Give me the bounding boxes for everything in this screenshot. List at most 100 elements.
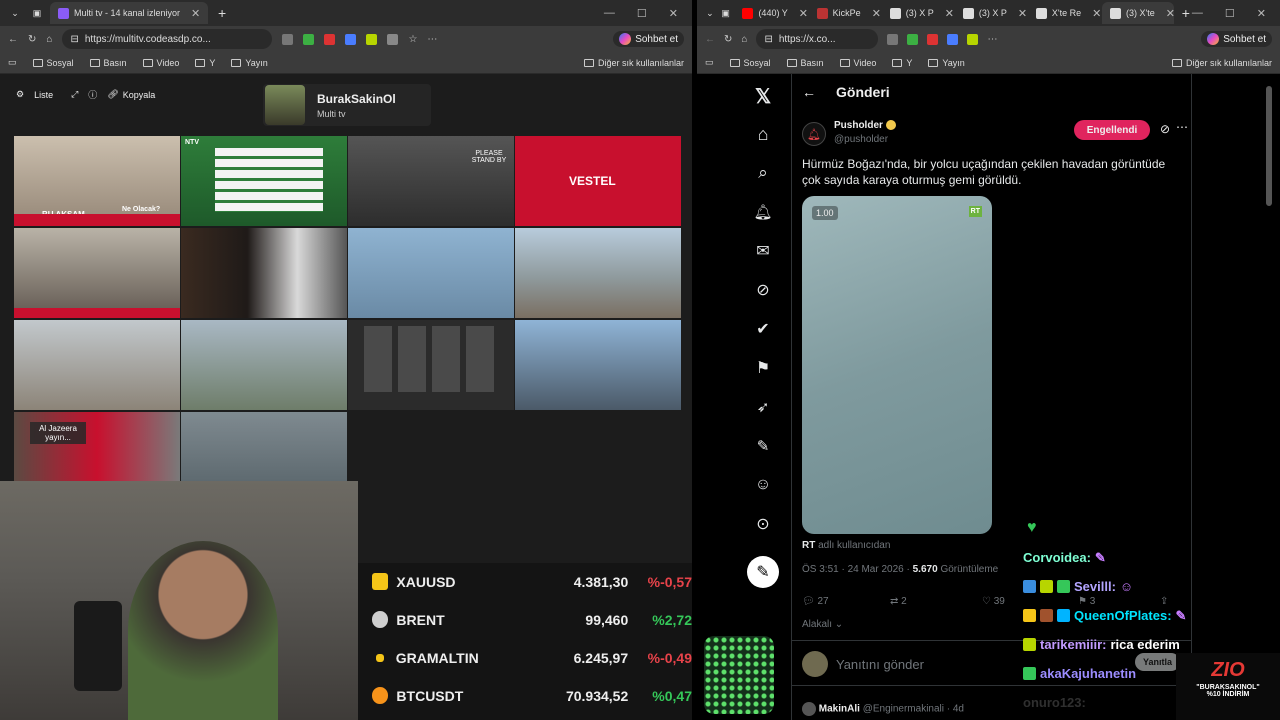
source-user[interactable]: RT bbox=[802, 540, 815, 551]
close-tab-icon[interactable]: ✕ bbox=[1166, 7, 1174, 20]
bookmarks-menu-icon[interactable]: ▭ bbox=[705, 57, 714, 68]
close-tab-icon[interactable]: ✕ bbox=[799, 7, 807, 20]
refresh-icon[interactable]: ↻ bbox=[28, 34, 36, 45]
tab-actions-icon[interactable]: ⌄ bbox=[6, 8, 24, 19]
reply-action[interactable]: 💬︎ 27 bbox=[802, 596, 829, 607]
copilot-button[interactable]: Sohbet et bbox=[613, 31, 684, 47]
reply-avatar[interactable] bbox=[802, 702, 816, 716]
sort-dropdown[interactable]: Alakalı ⌄ bbox=[802, 619, 843, 630]
tab-multitv[interactable]: Multi tv - 14 kanal izleniyor ✕ bbox=[50, 2, 208, 24]
close-tab-icon[interactable]: ✕ bbox=[1018, 7, 1026, 20]
video-tile[interactable]: PLEASE STAND BY bbox=[348, 136, 514, 226]
messages-icon[interactable]: ✉ bbox=[747, 235, 779, 267]
compose-post-button[interactable]: ✎ bbox=[747, 556, 779, 588]
close-tab-icon[interactable]: ✕ bbox=[945, 7, 953, 20]
bookmark-folder[interactable]: Basın bbox=[786, 58, 824, 68]
video-tile[interactable]: Al Jazeera yayın... bbox=[14, 412, 180, 482]
video-tile[interactable]: TRAFİKTE CEZA SİSTEMİ ACİL Mİ? bbox=[14, 228, 180, 318]
back-arrow-icon[interactable]: ← bbox=[802, 84, 816, 100]
bookmark-folder[interactable]: Basın bbox=[89, 58, 127, 68]
bookmark-folder[interactable]: Yayın bbox=[231, 58, 268, 68]
back-icon[interactable]: ← bbox=[8, 34, 18, 45]
close-tab-icon[interactable]: ✕ bbox=[872, 7, 880, 20]
like-action[interactable]: ♡ 39 bbox=[982, 596, 1005, 607]
video-tile[interactable]: NTV bbox=[181, 136, 347, 226]
back-icon[interactable]: ← bbox=[705, 34, 715, 45]
reply-input[interactable]: Yanıtını gönder bbox=[836, 657, 924, 672]
bookmark-folder[interactable]: Y bbox=[892, 58, 912, 68]
extension-icon[interactable] bbox=[345, 33, 357, 45]
repost-action[interactable]: ⇄ 2 bbox=[890, 596, 907, 607]
site-info-icon[interactable]: ⊟ bbox=[764, 34, 772, 45]
post-video[interactable]: 1.00 RT bbox=[802, 196, 992, 534]
video-tile[interactable] bbox=[181, 320, 347, 410]
copilot-button[interactable]: Sohbet et bbox=[1201, 31, 1272, 47]
channel-card[interactable]: BurakSakinOl Multi tv bbox=[263, 84, 431, 126]
bookmark-folder[interactable]: Yayın bbox=[928, 58, 965, 68]
video-tile[interactable] bbox=[348, 228, 514, 318]
home-nav-icon[interactable]: ⌂ bbox=[747, 118, 779, 150]
tab-x[interactable]: X'te Re ✕ bbox=[1028, 2, 1100, 24]
video-tile[interactable] bbox=[181, 412, 347, 482]
tab-x-active[interactable]: (3) X'te ✕ bbox=[1102, 2, 1174, 24]
extension-icon[interactable] bbox=[366, 33, 378, 45]
notifications-bell-icon[interactable]: 🔔︎ bbox=[747, 196, 779, 228]
tab-x[interactable]: (3) X P ✕ bbox=[882, 2, 953, 24]
user-avatar[interactable] bbox=[802, 651, 828, 677]
bookmark-folder[interactable]: Sosyal bbox=[32, 58, 74, 68]
tab-youtube[interactable]: (440) Y ✕ bbox=[734, 2, 807, 24]
refresh-icon[interactable]: ↻ bbox=[724, 34, 732, 45]
site-info-icon[interactable]: ⊟ bbox=[70, 34, 78, 45]
video-tile[interactable] bbox=[348, 320, 514, 410]
video-tile[interactable]: VESTEL bbox=[515, 136, 681, 226]
bookmarks-nav-icon[interactable]: ⚑ bbox=[747, 352, 779, 384]
fullscreen-icon[interactable]: ⤢ bbox=[71, 89, 78, 100]
home-icon[interactable]: ⌂ bbox=[741, 34, 747, 45]
author-avatar[interactable]: 🔔︎ bbox=[802, 122, 826, 146]
favorites-icon[interactable]: ☆ bbox=[408, 34, 417, 45]
extension-icon[interactable] bbox=[947, 33, 959, 45]
settings-gear-icon[interactable]: ⚙ bbox=[16, 89, 24, 100]
home-icon[interactable]: ⌂ bbox=[46, 34, 52, 45]
extension-icon[interactable] bbox=[907, 33, 919, 45]
new-tab-icon[interactable]: + bbox=[1182, 5, 1190, 21]
maximize-icon[interactable]: ☐ bbox=[637, 7, 647, 20]
url-field[interactable]: ⊟ https://multitv.codeasdp.co... bbox=[62, 29, 273, 49]
articles-icon[interactable]: ✎ bbox=[747, 430, 779, 462]
workspaces-icon[interactable]: ▣ bbox=[28, 8, 46, 19]
rocket-icon[interactable]: ➶ bbox=[747, 391, 779, 423]
explore-search-icon[interactable]: ⌕ bbox=[747, 157, 779, 189]
new-tab-icon[interactable]: + bbox=[218, 5, 226, 21]
bookmarks-menu-icon[interactable]: ▭ bbox=[8, 57, 17, 68]
other-bookmarks-folder[interactable]: Diğer sık kullanılanlar bbox=[1171, 58, 1272, 68]
extension-icon[interactable] bbox=[887, 33, 899, 45]
bookmark-folder[interactable]: Sosyal bbox=[729, 58, 771, 68]
blocked-button[interactable]: Engellendi bbox=[1074, 120, 1150, 140]
extension-icon[interactable] bbox=[303, 33, 315, 45]
author-name[interactable]: Pusholder bbox=[834, 120, 883, 131]
minimize-icon[interactable]: — bbox=[604, 7, 615, 20]
more-circle-icon[interactable]: ⊙ bbox=[747, 508, 779, 540]
x-logo-icon[interactable]: 𝕏 bbox=[747, 80, 779, 112]
close-tab-icon[interactable]: ✕ bbox=[191, 7, 200, 20]
other-bookmarks-folder[interactable]: Diğer sık kullanılanlar bbox=[583, 58, 684, 68]
verified-icon[interactable]: ✔ bbox=[747, 313, 779, 345]
extension-icon[interactable] bbox=[387, 33, 399, 45]
more-icon[interactable]: ⋯ bbox=[1176, 120, 1188, 134]
tab-actions-icon[interactable]: ⌄ bbox=[703, 8, 717, 19]
grok-icon[interactable]: ⊘ bbox=[747, 274, 779, 306]
bookmark-folder[interactable]: Y bbox=[195, 58, 215, 68]
video-tile[interactable] bbox=[515, 228, 681, 318]
more-icon[interactable]: ⋯ bbox=[987, 34, 997, 45]
bookmark-folder[interactable]: Video bbox=[839, 58, 876, 68]
copy-button[interactable]: 🔗︎ Kopyala bbox=[107, 89, 155, 100]
extension-icon[interactable] bbox=[927, 33, 939, 45]
extension-icon[interactable] bbox=[282, 33, 294, 45]
page-scrollbar[interactable] bbox=[1266, 86, 1272, 206]
more-icon[interactable]: ⋯ bbox=[427, 34, 437, 45]
profile-icon[interactable]: ☺ bbox=[747, 469, 779, 501]
bookmark-folder[interactable]: Video bbox=[142, 58, 179, 68]
list-button[interactable]: Liste bbox=[34, 90, 53, 100]
video-tile[interactable]: BU AKŞAM Ne Olacak? bbox=[14, 136, 180, 226]
grok-icon[interactable]: ⊘ bbox=[1160, 122, 1170, 136]
